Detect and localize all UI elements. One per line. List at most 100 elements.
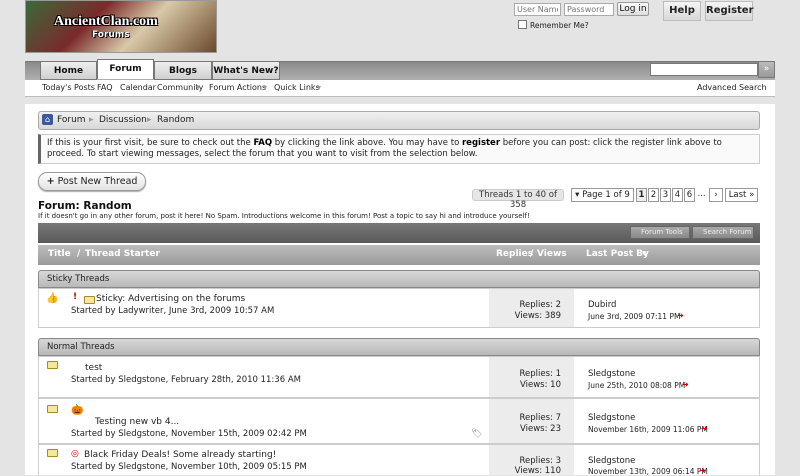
sub-nav: Today's Posts FAQ Calendar Community ▾ F… xyxy=(25,80,775,97)
threads-count: Threads 1 to 40 of 358 xyxy=(472,189,564,210)
col-lastpost[interactable]: Last Post By xyxy=(586,249,649,259)
remember-label: Remember Me? xyxy=(530,21,589,30)
col-separator: / xyxy=(77,249,81,259)
section-normal: Normal Threads xyxy=(38,338,760,356)
lastpost-date: November 16th, 2009 11:06 PM xyxy=(588,425,708,434)
table-row[interactable]: ◎ Black Friday Deals! Some already start… xyxy=(38,444,760,476)
thread-title[interactable]: test xyxy=(85,363,102,373)
register-button[interactable]: Register xyxy=(705,1,754,21)
next-page-button[interactable]: › xyxy=(709,188,723,202)
chevron-down-icon: ▾ xyxy=(317,83,322,92)
lastpost-user[interactable]: Sledgstone xyxy=(588,369,635,379)
folder-icon xyxy=(47,449,58,457)
breadcrumb-separator-icon: ▸ xyxy=(147,115,152,125)
folder-icon xyxy=(84,296,95,304)
page-link-6[interactable]: 6 xyxy=(684,188,695,202)
help-button[interactable]: Help xyxy=(663,1,701,21)
page-link-4[interactable]: 4 xyxy=(672,188,683,202)
thread-views: Views: 10 xyxy=(520,380,561,390)
folder-icon xyxy=(47,405,58,413)
forum-tools-button[interactable]: Forum Tools xyxy=(630,226,690,239)
thread-replies: Replies: 7 xyxy=(519,413,561,423)
quick-links-menu[interactable]: Quick Links xyxy=(274,83,320,92)
thread-title[interactable]: Testing new vb 4... xyxy=(95,417,179,427)
chevron-down-icon: ▾ xyxy=(575,190,580,200)
remember-checkbox[interactable] xyxy=(518,20,527,29)
table-row[interactable]: test Started by Sledgstone, February 28t… xyxy=(38,356,760,398)
col-replies[interactable]: Replies xyxy=(496,249,533,259)
calendar-link[interactable]: Calendar xyxy=(120,83,156,92)
search-forum-button[interactable]: Search Forum xyxy=(692,226,754,239)
col-starter[interactable]: Thread Starter xyxy=(85,249,160,259)
logo-subtext: Forums xyxy=(92,30,130,40)
thread-replies: Replies: 2 xyxy=(519,300,561,310)
search-icon[interactable]: » xyxy=(758,61,775,78)
page-ellipsis: ... xyxy=(697,189,706,199)
lastpost-date: June 3rd, 2009 07:11 PM xyxy=(588,312,681,321)
logo-text: AncientClan.com xyxy=(54,14,158,29)
password-input[interactable] xyxy=(564,3,614,16)
username-input[interactable] xyxy=(514,3,561,16)
thread-title[interactable]: Sticky: Advertising on the forums xyxy=(96,294,245,304)
pumpkin-icon: 🎃 xyxy=(71,405,84,416)
column-header: Title / Thread Starter Replies / Views L… xyxy=(38,245,760,265)
tab-blogs[interactable]: Blogs xyxy=(154,61,212,80)
thread-starter: Started by Sledgstone, November 10th, 20… xyxy=(71,462,307,472)
goto-last-post-icon[interactable]: ➜ xyxy=(682,380,689,389)
home-icon[interactable]: ⌂ xyxy=(42,114,53,125)
goto-last-post-icon[interactable]: ➜ xyxy=(677,311,684,320)
page-link-2[interactable]: 2 xyxy=(648,188,659,202)
chevron-down-icon: ▾ xyxy=(196,83,201,92)
tab-whats-new[interactable]: What's New? xyxy=(212,61,280,80)
last-page-button[interactable]: Last » xyxy=(725,188,758,202)
page-select[interactable]: ▾ Page 1 of 9 xyxy=(571,188,634,202)
advanced-search-link[interactable]: Advanced Search xyxy=(697,83,767,92)
forum-title: Forum: Random xyxy=(38,200,132,212)
table-row[interactable]: 👍 ! Sticky: Advertising on the forums St… xyxy=(38,288,760,328)
welcome-notice: If this is your first visit, be sure to … xyxy=(38,134,760,164)
thread-starter: Started by Sledgstone, February 28th, 20… xyxy=(71,375,301,385)
important-icon: ! xyxy=(73,292,78,302)
page-link-3[interactable]: 3 xyxy=(660,188,671,202)
tab-forum[interactable]: Forum xyxy=(97,59,154,79)
thumbs-up-icon: 👍 xyxy=(46,293,59,304)
goto-last-post-icon[interactable]: ➜ xyxy=(701,424,708,433)
sort-down-icon: ▾ xyxy=(642,249,647,259)
breadcrumb-discussion[interactable]: Discussion xyxy=(99,115,147,125)
todays-posts-link[interactable]: Today's Posts xyxy=(42,83,95,92)
faq-notice-link[interactable]: FAQ xyxy=(253,138,272,148)
lastpost-user[interactable]: Sledgstone xyxy=(588,413,635,423)
thread-views: Views: 389 xyxy=(514,311,561,321)
lastpost-user[interactable]: Sledgstone xyxy=(588,456,635,466)
breadcrumb: ⌂ Forum ▸ Discussion ▸ Random xyxy=(38,111,760,130)
tab-home[interactable]: Home xyxy=(40,61,97,80)
plus-icon: + xyxy=(46,176,55,187)
section-sticky: Sticky Threads xyxy=(38,270,760,288)
breadcrumb-forum[interactable]: Forum xyxy=(57,115,86,125)
col-title[interactable]: Title xyxy=(48,249,71,259)
lastpost-user[interactable]: Dubird xyxy=(588,300,616,310)
col-separator: / xyxy=(530,249,534,259)
target-icon: ◎ xyxy=(71,449,79,459)
thread-views: Views: 23 xyxy=(520,424,561,434)
breadcrumb-random: Random xyxy=(157,115,195,125)
thread-replies: Replies: 1 xyxy=(519,369,561,379)
folder-icon xyxy=(47,361,58,369)
faq-link[interactable]: FAQ xyxy=(97,83,113,92)
forum-actions-menu[interactable]: Forum Actions xyxy=(209,83,266,92)
thread-replies: Replies: 3 xyxy=(519,456,561,466)
tag-icon: 🏷 xyxy=(471,429,483,439)
search-input[interactable] xyxy=(650,63,758,76)
post-new-thread-button[interactable]: + Post New Thread xyxy=(38,172,146,191)
table-row[interactable]: 🎃 Testing new vb 4... Started by Sledgst… xyxy=(38,398,760,444)
thread-title[interactable]: Black Friday Deals! Some already startin… xyxy=(84,450,276,460)
register-notice-link[interactable]: register xyxy=(462,138,500,148)
col-views[interactable]: Views xyxy=(537,249,567,259)
goto-last-post-icon[interactable]: ➜ xyxy=(699,466,706,475)
page-link-1[interactable]: 1 xyxy=(636,188,647,202)
forum-description: If it doesn't go in any other forum, pos… xyxy=(38,212,530,220)
thread-starter: Started by Ladywriter, June 3rd, 2009 10… xyxy=(71,306,275,316)
login-button[interactable]: Log in xyxy=(617,2,649,16)
chevron-down-icon: ▾ xyxy=(263,83,268,92)
breadcrumb-separator-icon: ▸ xyxy=(89,115,94,125)
